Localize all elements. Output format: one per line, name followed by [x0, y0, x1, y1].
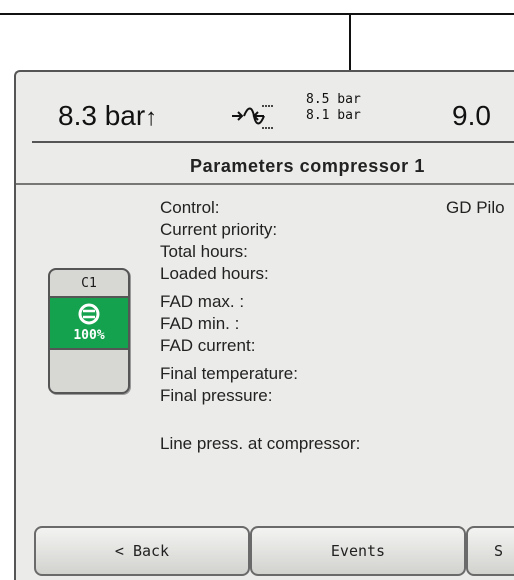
- controller-screen: 8.3 bar↑ 8.5 bar 8.1 bar 9.0 Parameters …: [14, 70, 514, 580]
- page-title: Parameters compressor 1: [190, 156, 425, 176]
- param-line-pressure: Line press. at compressor:: [160, 434, 361, 453]
- compressor-tile[interactable]: C1 100%: [48, 268, 130, 394]
- param-fad-min: FAD min. :: [160, 314, 240, 333]
- pressure-band: 8.5 bar 8.1 bar: [306, 92, 361, 124]
- band-high: 8.5 bar: [306, 92, 361, 107]
- param-total-hours: Total hours:: [160, 242, 248, 261]
- param-final-temperature: Final temperature:: [160, 364, 298, 383]
- pressure-trend-arrow-icon: ↑: [145, 104, 158, 131]
- param-fad-max: FAD max. :: [160, 292, 245, 311]
- compressor-status: 100%: [50, 298, 128, 348]
- running-icon: [78, 303, 100, 325]
- callout-line-vertical: [349, 13, 351, 70]
- network-pressure-value: 8.3 bar: [58, 100, 146, 131]
- pressure-band-icon: [232, 105, 273, 129]
- events-button[interactable]: Events: [250, 526, 466, 576]
- divider: [32, 141, 514, 143]
- param-control: Control:: [160, 198, 220, 217]
- callout-line-horizontal: [0, 13, 514, 15]
- param-fad-current: FAD current:: [160, 336, 256, 355]
- control-value: GD Pilo: [446, 198, 505, 217]
- band-low: 8.1 bar: [306, 108, 361, 123]
- param-loaded-hours: Loaded hours:: [160, 264, 269, 283]
- compressor-load: 100%: [73, 328, 105, 343]
- third-button[interactable]: S: [466, 526, 514, 576]
- divider: [50, 348, 128, 350]
- param-final-pressure: Final pressure:: [160, 386, 273, 405]
- status-bar: 8.3 bar↑ 8.5 bar 8.1 bar 9.0: [16, 72, 514, 142]
- param-current-priority: Current priority:: [160, 220, 278, 239]
- back-button[interactable]: < Back: [34, 526, 250, 576]
- pressure-setpoint: 9.0: [452, 100, 491, 131]
- network-pressure: 8.3 bar↑: [58, 100, 157, 132]
- divider: [16, 183, 514, 185]
- compressor-id: C1: [81, 276, 97, 291]
